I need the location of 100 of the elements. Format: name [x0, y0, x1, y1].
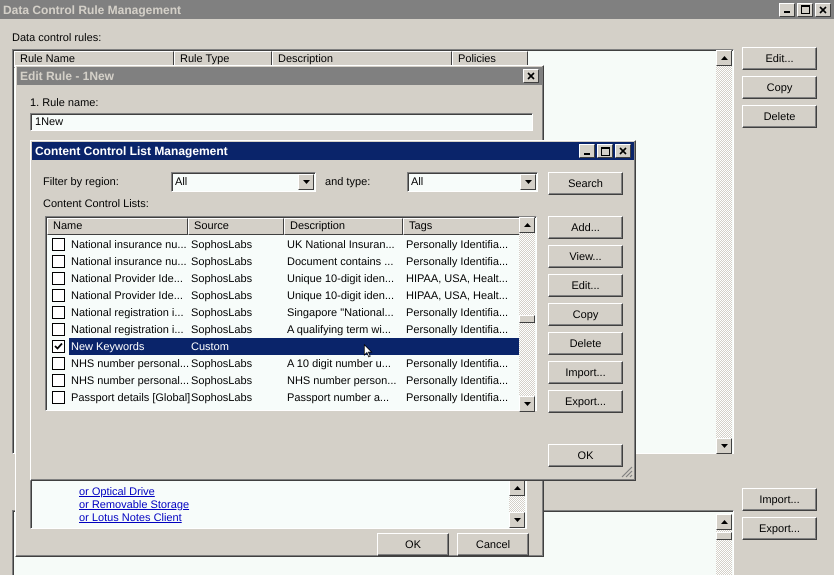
scroll-up-icon[interactable]	[716, 514, 732, 530]
source-cell-text: SophosLabs	[190, 290, 254, 302]
list-row[interactable]: NHS number personal... SophosLabs NHS number person... Personally Identifia...	[69, 372, 520, 389]
checkbox[interactable]	[52, 391, 65, 404]
scrollbar[interactable]	[509, 480, 525, 528]
side-button[interactable]: Import...	[742, 488, 817, 511]
maximize-icon	[600, 146, 610, 156]
scrollbar[interactable]	[519, 217, 535, 412]
scroll-up-icon[interactable]	[509, 480, 525, 496]
minimize-button[interactable]	[579, 144, 595, 158]
tags-cell-text: Personally Identifia...	[405, 374, 510, 386]
region-dropdown[interactable]: All	[171, 172, 316, 192]
description-cell-text: A qualifying term wi...	[286, 324, 392, 336]
scroll-up-icon[interactable]	[519, 217, 535, 233]
list-row[interactable]: National insurance nu... SophosLabs Document contains ... Personally Identifia...	[69, 253, 520, 270]
list-row[interactable]: National registration i... SophosLabs Singapore "National... Personally Identifia...	[69, 304, 520, 321]
checkbox[interactable]	[52, 374, 65, 387]
name-cell-text: National insurance nu...	[70, 238, 188, 250]
condition-link[interactable]: or Optical Drive	[79, 486, 155, 499]
scroll-down-icon[interactable]	[716, 438, 732, 454]
close-button[interactable]	[523, 69, 539, 83]
rule-name-label: 1. Rule name:	[30, 97, 98, 109]
resize-grip-icon[interactable]	[621, 466, 633, 478]
scroll-up-icon[interactable]	[716, 50, 732, 66]
minimize-button[interactable]	[779, 2, 795, 16]
name-cell-text: NHS number personal...	[70, 374, 189, 386]
source-cell-text: SophosLabs	[190, 306, 254, 318]
scrollbar[interactable]	[716, 514, 732, 575]
search-button[interactable]: Search	[548, 172, 623, 195]
column-header[interactable]: Source	[188, 218, 284, 235]
list-button[interactable]: View...	[548, 245, 623, 268]
condition-link[interactable]: or Removable Storage	[79, 499, 190, 512]
dialog-title: Content Control List Management	[35, 144, 228, 158]
list-button[interactable]: Edit...	[548, 274, 623, 297]
checkbox[interactable]	[52, 323, 65, 336]
list-button[interactable]: Import...	[548, 361, 623, 384]
ok-button[interactable]: OK	[548, 444, 623, 467]
side-button[interactable]: Export...	[742, 517, 817, 540]
checkbox[interactable]	[52, 357, 65, 370]
side-button[interactable]: Delete	[742, 105, 817, 128]
description-cell-text: Passport number a...	[286, 392, 390, 404]
column-header[interactable]: Tags	[403, 218, 521, 235]
condition-link[interactable]: or Lotus Notes Client	[79, 512, 182, 525]
minimize-icon	[784, 11, 790, 13]
source-cell-text: SophosLabs	[190, 272, 254, 284]
list-row[interactable]: National insurance nu... SophosLabs UK National Insuran... Personally Identifia...	[69, 236, 520, 253]
type-dropdown[interactable]: All	[407, 172, 538, 192]
tags-cell-text: Personally Identifia...	[405, 238, 510, 250]
checkbox[interactable]	[52, 272, 65, 285]
scroll-down-icon[interactable]	[519, 396, 535, 412]
dropdown-arrow-icon	[524, 180, 532, 184]
checkbox[interactable]	[52, 238, 65, 251]
source-cell-text: SophosLabs	[190, 238, 254, 250]
description-cell-text: Document contains ...	[286, 256, 394, 268]
maximize-button[interactable]	[797, 2, 813, 16]
rule-name-field[interactable]: 1New	[30, 113, 533, 131]
name-cell-text: Passport details [Global]	[70, 392, 189, 404]
description-cell-text: Unique 10-digit iden...	[286, 272, 396, 284]
close-button[interactable]	[615, 144, 631, 158]
dialog-button[interactable]: OK	[377, 533, 449, 556]
name-cell-text: National registration i...	[70, 306, 184, 318]
checkbox[interactable]	[52, 306, 65, 319]
list-row[interactable]: NHS number personal... SophosLabs A 10 digit number u... Personally Identifia...	[69, 355, 520, 372]
description-cell-text: Singapore "National...	[286, 306, 395, 318]
rules-label: Data control rules:	[12, 32, 102, 44]
tags-cell-text: Personally Identifia...	[405, 392, 510, 404]
source-cell-text: SophosLabs	[190, 324, 254, 336]
close-button[interactable]	[815, 2, 831, 16]
source-cell-text: SophosLabs	[190, 358, 254, 370]
dropdown-arrow-icon	[302, 180, 310, 184]
side-button[interactable]: Edit...	[742, 47, 817, 70]
list-row[interactable]: New Keywords Custom	[69, 338, 520, 355]
scroll-thumb[interactable]	[519, 315, 535, 323]
checkbox[interactable]	[52, 340, 65, 353]
source-cell-text: Custom	[190, 340, 230, 352]
column-header[interactable]: Name	[47, 218, 188, 235]
tags-cell-text: Personally Identifia...	[405, 306, 510, 318]
checkbox[interactable]	[52, 255, 65, 268]
list-button[interactable]: Copy	[548, 303, 623, 326]
list-button[interactable]: Export...	[548, 390, 623, 413]
tags-cell-text: HIPAA, USA, Healt...	[405, 290, 509, 302]
list-row[interactable]: National Provider Ide... SophosLabs Unique 10-digit iden... HIPAA, USA, Healt...	[69, 287, 520, 304]
scroll-down-icon[interactable]	[509, 512, 525, 528]
tags-cell-text: Personally Identifia...	[405, 324, 510, 336]
scrollbar[interactable]	[716, 50, 732, 454]
type-label: and type:	[325, 176, 370, 188]
checkbox[interactable]	[52, 289, 65, 302]
cursor-icon	[363, 344, 373, 358]
maximize-button[interactable]	[597, 144, 613, 158]
description-cell-text: NHS number person...	[286, 374, 398, 386]
close-icon	[819, 6, 827, 14]
list-row[interactable]: National registration i... SophosLabs A qualifying term wi... Personally Identifia...	[69, 321, 520, 338]
scroll-thumb[interactable]	[716, 532, 732, 540]
list-row[interactable]: Passport details [Global]SophosLabs Passport number a... Personally Identifia...	[69, 389, 520, 406]
list-button[interactable]: Delete	[548, 332, 623, 355]
list-row[interactable]: National Provider Ide... SophosLabs Unique 10-digit iden... HIPAA, USA, Healt...	[69, 270, 520, 287]
dialog-button[interactable]: Cancel	[457, 533, 529, 556]
list-button[interactable]: Add...	[548, 216, 623, 239]
column-header[interactable]: Description	[284, 218, 403, 235]
side-button[interactable]: Copy	[742, 76, 817, 99]
